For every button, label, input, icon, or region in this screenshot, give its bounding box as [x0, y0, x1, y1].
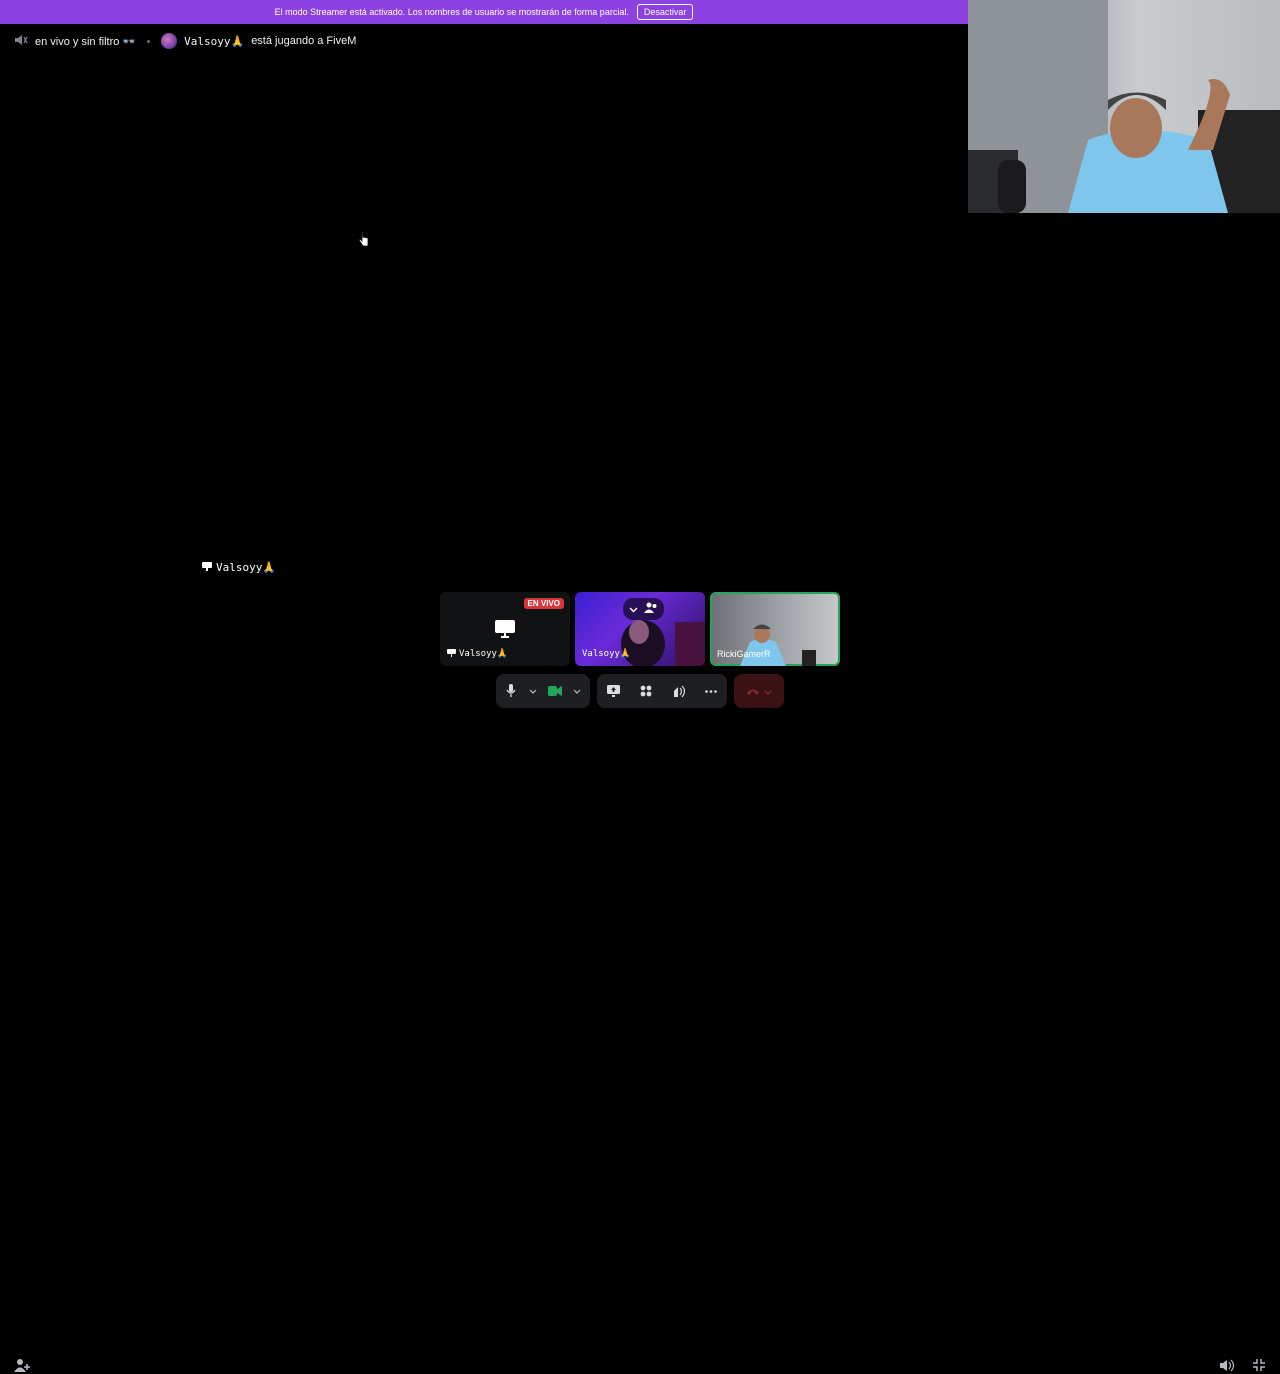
microphone-icon[interactable] — [496, 676, 526, 706]
participant-tile-stream[interactable]: EN VIVO Valsoyy🙏 — [440, 592, 570, 666]
banner-text: El modo Streamer está activado. Los nomb… — [274, 7, 629, 17]
minimize-icon[interactable] — [1250, 1356, 1268, 1374]
activities-icon[interactable] — [631, 676, 661, 706]
stream-owner-name: Valsoyy🙏 — [216, 561, 277, 574]
chevron-down-icon[interactable] — [764, 682, 772, 700]
screen-share-icon[interactable] — [598, 676, 628, 706]
participant-tile-camera[interactable]: Valsoyy🙏 — [575, 592, 705, 666]
streamer-mode-banner: El modo Streamer está activado. Los nomb… — [0, 0, 968, 24]
tile-user-name: RickiGamerR — [717, 649, 771, 659]
chevron-down-icon[interactable] — [629, 600, 638, 618]
hangup-button[interactable] — [734, 674, 784, 708]
camera-icon[interactable] — [540, 676, 570, 706]
activity-group — [597, 674, 727, 708]
soundboard-icon[interactable] — [663, 676, 693, 706]
deactivate-button[interactable]: Desactivar — [636, 4, 694, 20]
add-person-icon[interactable] — [13, 1356, 31, 1374]
tile-user-name: Valsoyy🙏 — [582, 649, 632, 659]
avatar[interactable] — [161, 33, 178, 49]
channel-header: en vivo y sin filtro 👓 Valsoyy🙏 está jug… — [14, 33, 356, 49]
speaker-muted-icon[interactable] — [14, 34, 28, 49]
tile-user-name: Valsoyy🙏 — [459, 649, 509, 659]
group-icon[interactable] — [644, 600, 658, 618]
activity-text: está jugando a FiveM — [251, 35, 357, 47]
user-name: Valsoyy🙏 — [184, 34, 245, 48]
participant-tile-speaking[interactable]: RickiGamerR — [710, 592, 840, 666]
monitor-icon — [495, 620, 515, 643]
tile-label: Valsoyy🙏 — [447, 649, 508, 659]
chevron-down-icon[interactable] — [526, 676, 540, 706]
more-icon[interactable] — [696, 676, 726, 706]
tile-label: RickiGamerR — [717, 649, 771, 659]
webcam-feed — [968, 0, 1280, 213]
monitor-icon — [447, 649, 456, 659]
stream-owner-label: Valsoyy🙏 — [202, 561, 276, 574]
channel-name: en vivo y sin filtro 👓 — [35, 35, 137, 48]
call-controls — [0, 674, 1280, 1372]
tile-label: Valsoyy🙏 — [582, 649, 631, 659]
monitor-icon — [202, 561, 212, 574]
volume-icon[interactable] — [1218, 1356, 1236, 1374]
chevron-down-icon[interactable] — [570, 676, 584, 706]
hangup-icon[interactable] — [746, 682, 760, 700]
participant-tiles: EN VIVO Valsoyy🙏 Valsoyy🙏 RickiGamerR — [440, 592, 840, 666]
separator-dot — [147, 39, 151, 43]
tile-controls[interactable] — [623, 598, 664, 620]
live-badge: EN VIVO — [523, 598, 564, 609]
mouse-cursor — [358, 231, 369, 247]
audio-video-group — [496, 674, 590, 708]
